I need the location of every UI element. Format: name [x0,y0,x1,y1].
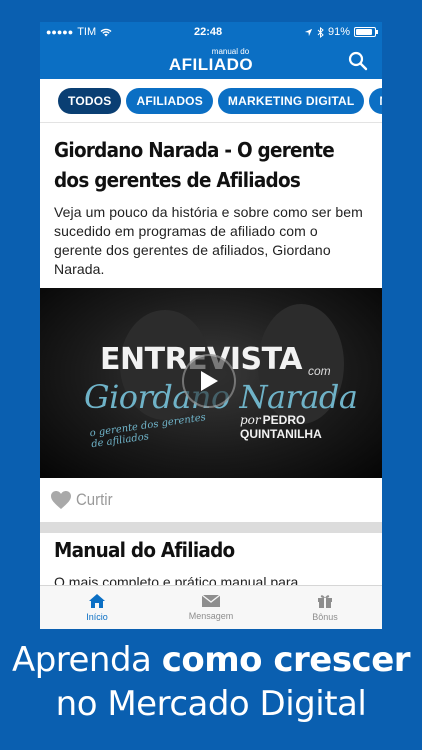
article-title[interactable]: Giordano Narada - O gerente dos gerentes… [54,135,367,195]
video-title-com: com [308,364,331,378]
heart-icon[interactable] [50,490,72,510]
phone-screen: ●●●●● TIM 22:48 91% manual do AFILIADO T… [40,22,382,629]
video-thumbnail[interactable]: ENTREVISTA com Giordano Narada o gerente… [40,288,382,478]
tab-label-bonus: Bônus [312,612,338,622]
chip-afiliados[interactable]: AFILIADOS [126,87,213,114]
tab-label-inicio: Início [86,612,108,622]
chip-todos[interactable]: TODOS [58,87,122,114]
battery-icon [354,27,378,37]
play-icon [201,371,218,391]
chip-marketing-digital[interactable]: MARKETING DIGITAL [217,87,365,114]
feed-item[interactable]: Giordano Narada - O gerente dos gerentes… [40,123,382,279]
caption-bold: como crescer [161,640,411,680]
bluetooth-icon [317,26,324,38]
tab-bar: Início Mensagem Bônus [40,585,382,629]
like-label[interactable]: Curtir [76,490,113,510]
logo-big-text: AFILIADO [168,54,254,74]
search-icon[interactable] [348,51,368,71]
promo-caption: Aprenda como crescer no Mercado Digital [0,638,422,726]
article-title-2[interactable]: Manual do Afiliado [54,538,348,562]
feed-item-2[interactable]: Manual do Afiliado O mais completo e prá… [54,538,374,590]
caption-line1: Aprenda como crescer [0,638,422,682]
caption-part1: Aprenda [11,640,162,680]
video-subtitle: o gerente dos gerentes de afiliados [89,412,207,451]
location-icon [304,28,313,36]
tab-mensagem[interactable]: Mensagem [154,586,268,629]
caption-line2: no Mercado Digital [55,684,367,724]
navbar: manual do AFILIADO [40,42,382,79]
feed-separator [40,522,382,533]
status-bar: ●●●●● TIM 22:48 91% [40,22,382,42]
gift-icon [318,595,332,608]
tab-inicio[interactable]: Início [40,586,154,629]
signal-icon: ●●●●● [46,27,74,37]
like-row[interactable]: Curtir [40,478,382,522]
battery-percent: 91% [327,26,350,38]
play-button[interactable] [182,354,236,408]
app-logo: manual do AFILIADO [168,47,254,74]
envelope-icon [201,594,221,607]
carrier-label: TIM [77,26,97,38]
tab-bonus[interactable]: Bônus [268,586,382,629]
clock: 22:48 [193,26,223,38]
tab-label-mensagem: Mensagem [188,611,234,621]
wifi-icon [100,28,112,36]
video-por: por [240,413,261,427]
category-chips: TODOS AFILIADOS MARKETING DIGITAL MIN [40,79,382,123]
chip-min[interactable]: MIN [369,87,382,114]
video-author-line: por PEDRO QUINTANILHA [240,413,382,441]
home-icon [89,594,105,608]
article-description: Veja um pouco da história e sobre como s… [54,204,363,277]
